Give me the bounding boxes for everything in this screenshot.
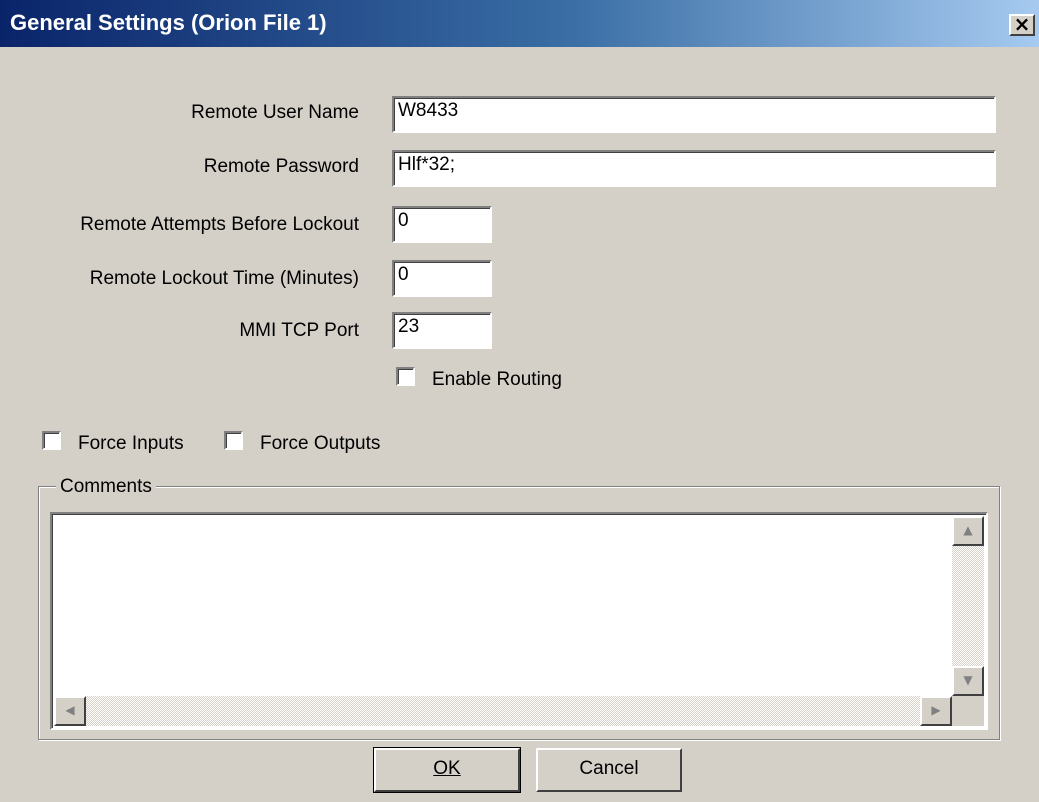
window-title: General Settings (Orion File 1)	[10, 10, 327, 35]
scroll-up-button[interactable]: ▲	[952, 516, 984, 546]
remote-lockout-time-field[interactable]: 0	[392, 260, 492, 297]
arrow-right-icon: ▶	[931, 703, 941, 717]
force-inputs-label: Force Inputs	[78, 433, 184, 454]
force-outputs-label: Force Outputs	[260, 433, 381, 454]
cancel-button-label: Cancel	[579, 758, 639, 779]
close-icon: ×	[1013, 12, 1031, 36]
remote-attempts-field[interactable]: 0	[392, 206, 492, 243]
remote-user-name-field[interactable]: W8433	[392, 96, 996, 133]
force-outputs-checkbox[interactable]	[224, 431, 243, 450]
arrow-up-icon: ▲	[963, 523, 973, 537]
comments-textarea[interactable]: ▲ ▼ ◀ ▶	[50, 512, 988, 730]
scroll-right-button[interactable]: ▶	[920, 696, 952, 726]
vertical-scrollbar[interactable]: ▲ ▼	[952, 516, 984, 696]
horizontal-scrollbar[interactable]: ◀ ▶	[54, 696, 952, 726]
close-button[interactable]: ×	[1009, 14, 1035, 36]
remote-password-field[interactable]: Hlf*32;	[392, 150, 996, 187]
mmi-tcp-port-label: MMI TCP Port	[239, 320, 359, 341]
ok-button[interactable]: OK	[373, 747, 521, 793]
enable-routing-label: Enable Routing	[432, 369, 562, 390]
remote-user-name-label: Remote User Name	[191, 102, 359, 123]
cancel-button[interactable]: Cancel	[536, 748, 682, 792]
comments-group-title: Comments	[56, 476, 156, 498]
arrow-left-icon: ◀	[65, 703, 75, 717]
ok-button-label: OK	[433, 758, 461, 779]
scroll-left-button[interactable]: ◀	[54, 696, 86, 726]
arrow-down-icon: ▼	[963, 673, 973, 687]
scroll-down-button[interactable]: ▼	[952, 666, 984, 696]
remote-lockout-time-label: Remote Lockout Time (Minutes)	[89, 268, 359, 289]
remote-attempts-label: Remote Attempts Before Lockout	[80, 214, 359, 235]
mmi-tcp-port-field[interactable]: 23	[392, 312, 492, 349]
scrollbar-corner	[952, 696, 984, 726]
title-bar[interactable]: General Settings (Orion File 1) ×	[0, 0, 1039, 47]
remote-password-label: Remote Password	[203, 156, 359, 177]
enable-routing-checkbox[interactable]	[396, 367, 415, 386]
force-inputs-checkbox[interactable]	[42, 431, 61, 450]
